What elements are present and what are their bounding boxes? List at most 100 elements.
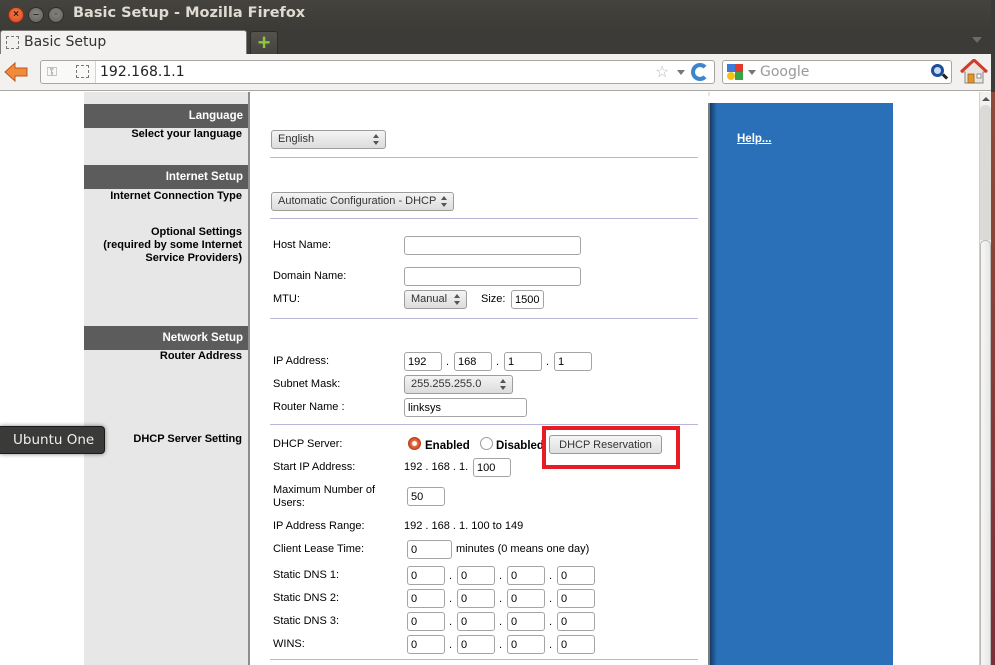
- key-icon: ⚿: [47, 64, 57, 79]
- url-bar[interactable]: ⚿ ☆: [40, 60, 715, 84]
- dns-octet-input[interactable]: [407, 635, 445, 654]
- dns-octet-input[interactable]: [507, 566, 545, 585]
- connection-type-select[interactable]: Automatic Configuration - DHCP: [271, 192, 454, 211]
- select-arrows-icon: [373, 134, 380, 145]
- help-link[interactable]: Help...: [737, 133, 772, 145]
- dhcp-disabled-radio[interactable]: [480, 437, 493, 450]
- octet-separator: .: [546, 356, 550, 368]
- maximize-window-button[interactable]: ▫: [48, 7, 64, 23]
- dns-octet-input[interactable]: [457, 566, 495, 585]
- minimize-icon: –: [33, 9, 39, 20]
- dns-octet-input[interactable]: [557, 566, 595, 585]
- label-optional-settings: Optional Settings (required by some Inte…: [103, 226, 242, 264]
- url-input[interactable]: [100, 63, 640, 81]
- reload-icon[interactable]: [691, 63, 709, 81]
- tab-list-dropdown-icon[interactable]: [972, 37, 982, 43]
- home-icon[interactable]: [960, 59, 988, 85]
- router-name-input[interactable]: [404, 398, 527, 417]
- site-identity-button[interactable]: ⚿: [41, 61, 96, 83]
- scrollbar-track[interactable]: [980, 105, 991, 240]
- history-dropdown-icon[interactable]: [677, 70, 685, 75]
- dns-octet-input[interactable]: [557, 635, 595, 654]
- separator: [270, 218, 698, 219]
- dns-octet-input[interactable]: [407, 589, 445, 608]
- dns-octet-input[interactable]: [457, 589, 495, 608]
- tab-strip: Basic Setup +: [0, 29, 995, 55]
- label-dhcp-server-setting: DHCP Server Setting: [133, 433, 242, 445]
- search-bar[interactable]: [722, 60, 952, 84]
- search-icon[interactable]: [931, 64, 944, 77]
- dns-row-label: Static DNS 3:: [273, 615, 340, 627]
- close-window-button[interactable]: ×: [8, 7, 24, 23]
- highlight-box: [542, 426, 680, 469]
- subnet-mask-label: Subnet Mask:: [273, 378, 341, 390]
- dns-octet-input[interactable]: [407, 612, 445, 631]
- dns-octet-input[interactable]: [557, 612, 595, 631]
- page-viewport: Help... Language Select your language In…: [0, 92, 980, 665]
- separator: [270, 318, 698, 319]
- scroll-up-arrow-icon[interactable]: [981, 94, 991, 104]
- dns-octet-input[interactable]: [457, 635, 495, 654]
- octet-separator: .: [446, 356, 450, 368]
- subnet-mask-select[interactable]: 255.255.255.0: [404, 375, 513, 394]
- launcher-tooltip: Ubuntu One: [0, 426, 105, 454]
- router-name-label: Router Name :: [273, 401, 345, 413]
- vertical-scrollbar[interactable]: [979, 92, 991, 665]
- dns-octet-input[interactable]: [507, 612, 545, 631]
- dns-octet-input[interactable]: [507, 635, 545, 654]
- new-tab-button[interactable]: +: [250, 30, 278, 55]
- firefox-window: × – ▫ Basic Setup - Mozilla Firefox Basi…: [0, 0, 995, 665]
- ip-octet-2-input[interactable]: [454, 352, 492, 371]
- max-users-label: Maximum Number of Users:: [273, 484, 376, 509]
- ip-octet-4-input[interactable]: [554, 352, 592, 371]
- separator: [270, 424, 698, 425]
- google-engine-icon[interactable]: [727, 64, 743, 80]
- site-favicon-icon: [76, 65, 89, 78]
- tab-basic-setup[interactable]: Basic Setup: [0, 30, 247, 55]
- mtu-mode-select[interactable]: Manual: [404, 290, 467, 309]
- section-header-network-setup: Network Setup: [84, 326, 248, 350]
- host-name-label: Host Name:: [273, 239, 332, 251]
- dns-row-label: Static DNS 1:: [273, 569, 340, 581]
- select-arrows-icon: [441, 196, 448, 207]
- ip-range-label: IP Address Range:: [273, 520, 365, 532]
- mtu-size-input[interactable]: [511, 290, 544, 309]
- max-users-input[interactable]: [407, 487, 445, 506]
- section-header-internet-setup: Internet Setup: [84, 165, 248, 189]
- lease-time-suffix: minutes (0 means one day): [456, 543, 590, 555]
- minimize-window-button[interactable]: –: [28, 7, 44, 23]
- desktop-edge: [991, 0, 995, 665]
- ip-octet-3-input[interactable]: [504, 352, 542, 371]
- host-name-input[interactable]: [404, 236, 581, 255]
- back-arrow-icon[interactable]: [3, 61, 29, 83]
- dns-octet-input[interactable]: [507, 589, 545, 608]
- dhcp-enabled-radio[interactable]: [408, 437, 421, 450]
- domain-name-input[interactable]: [404, 267, 581, 286]
- engine-dropdown-icon[interactable]: [748, 70, 756, 75]
- separator: [270, 659, 698, 660]
- dns-octet-input[interactable]: [407, 566, 445, 585]
- mtu-mode-value: Manual: [411, 293, 448, 305]
- octet-separator: .: [499, 593, 503, 605]
- title-bar: × – ▫ Basic Setup - Mozilla Firefox: [0, 0, 995, 29]
- start-ip-last-octet-input[interactable]: [473, 458, 511, 477]
- language-select[interactable]: English: [271, 130, 386, 149]
- dns-octet-input[interactable]: [457, 612, 495, 631]
- ip-octet-1-input[interactable]: [404, 352, 442, 371]
- dhcp-server-label: DHCP Server:: [273, 438, 343, 450]
- octet-separator: .: [499, 639, 503, 651]
- octet-separator: .: [449, 570, 453, 582]
- subnet-mask-value: 255.255.255.0: [411, 378, 482, 390]
- ip-range-value: 192 . 168 . 1. 100 to 149: [404, 520, 524, 532]
- bookmark-star-icon[interactable]: ☆: [655, 62, 669, 82]
- scrollbar-thumb[interactable]: [980, 240, 991, 665]
- close-icon: ×: [13, 9, 19, 20]
- dhcp-enabled-label: Enabled: [425, 440, 470, 452]
- dhcp-disabled-label: Disabled: [496, 440, 544, 452]
- lease-time-input[interactable]: [407, 540, 452, 559]
- connection-type-selected-value: Automatic Configuration - DHCP: [278, 195, 437, 207]
- search-input[interactable]: [760, 63, 925, 81]
- dns-octet-input[interactable]: [557, 589, 595, 608]
- octet-separator: .: [496, 356, 500, 368]
- octet-separator: .: [499, 570, 503, 582]
